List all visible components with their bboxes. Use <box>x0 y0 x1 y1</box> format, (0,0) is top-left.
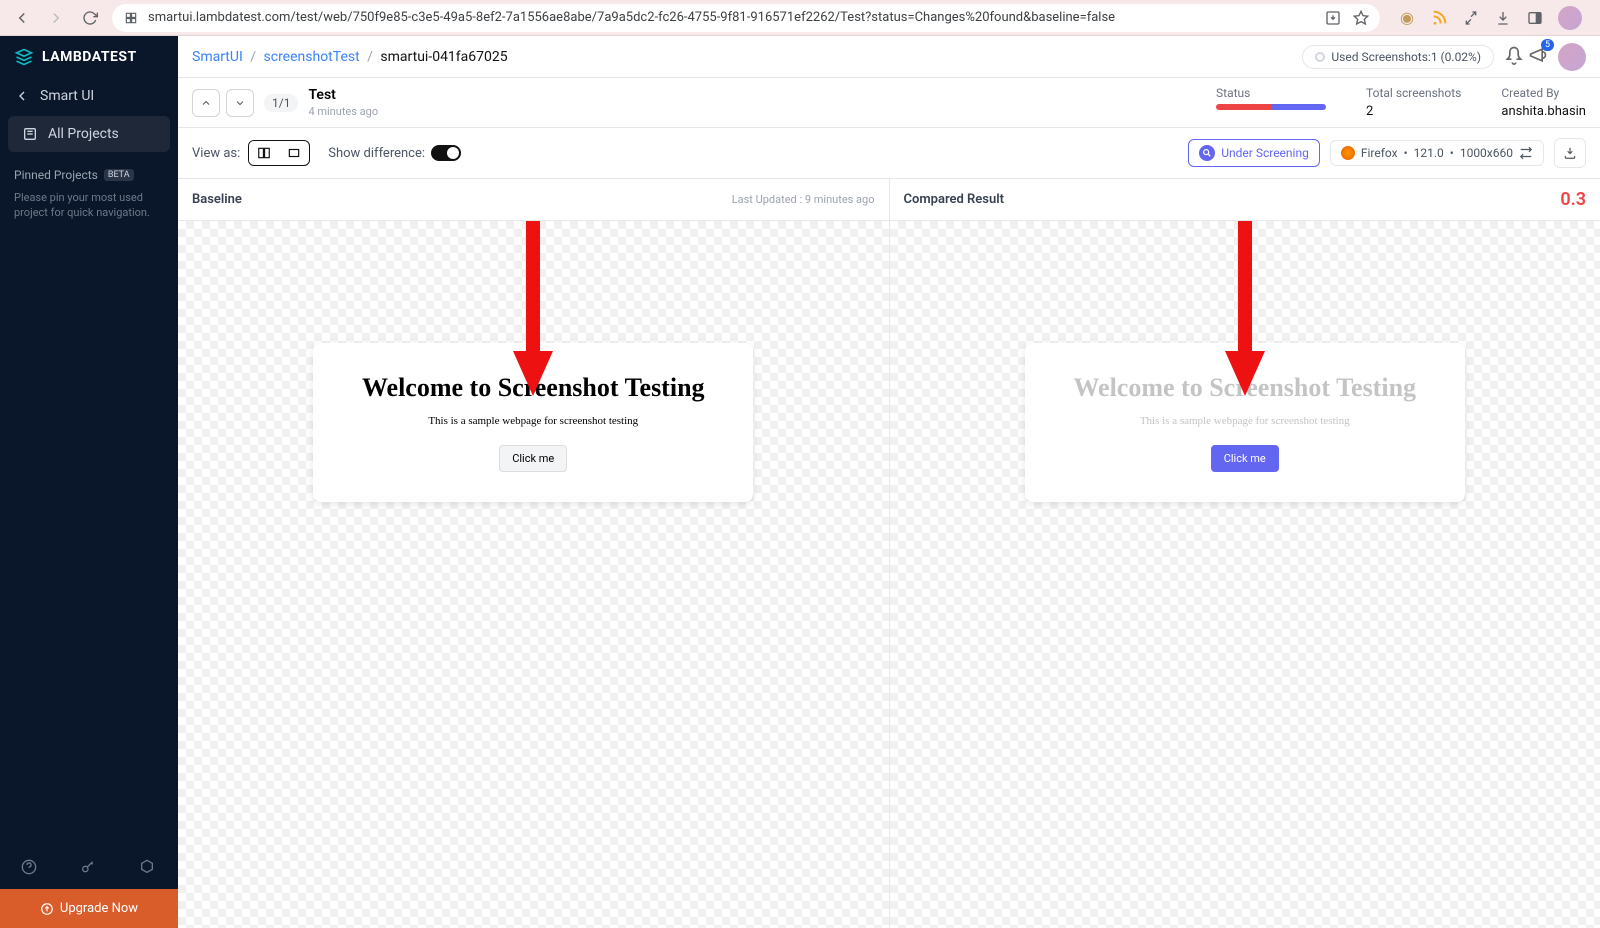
firefox-icon <box>1341 146 1355 160</box>
puzzle-icon[interactable] <box>1462 9 1480 27</box>
url-bar[interactable]: smartui.lambdatest.com/test/web/750f9e85… <box>112 4 1380 32</box>
diff-toggle[interactable] <box>431 145 461 161</box>
browser-toolbar: smartui.lambdatest.com/test/web/750f9e85… <box>0 0 1600 36</box>
sidebar-item-label: Smart UI <box>40 88 94 104</box>
profile-avatar-icon[interactable] <box>1558 6 1582 30</box>
compared-title: Compared Result <box>904 192 1004 207</box>
baseline-title: Baseline <box>192 192 242 207</box>
view-single-button[interactable] <box>279 141 309 165</box>
diff-percentage: 0.3 <box>1560 189 1586 210</box>
breadcrumb-project[interactable]: screenshotTest <box>264 49 360 65</box>
site-info-icon[interactable] <box>122 9 140 27</box>
ext-icon-1[interactable]: ◉ <box>1398 9 1416 27</box>
comparison-panels: Welcome to Screenshot Testing This is a … <box>178 221 1600 928</box>
sidebar: LAMBDATEST Smart UI All Projects Pinned … <box>0 36 178 928</box>
test-name: Test <box>308 87 378 103</box>
reload-button[interactable] <box>78 6 102 30</box>
url-text: smartui.lambdatest.com/test/web/750f9e85… <box>148 10 1115 25</box>
swap-icon <box>1519 146 1533 160</box>
extension-icons: ◉ <box>1390 6 1590 30</box>
usage-pill[interactable]: Used Screenshots:1 (0.02%) <box>1302 45 1494 69</box>
breadcrumb-root[interactable]: SmartUI <box>192 49 243 65</box>
prev-test-button[interactable] <box>192 89 220 117</box>
upgrade-button[interactable]: Upgrade Now <box>0 889 178 928</box>
usage-text: Used Screenshots:1 (0.02%) <box>1331 50 1481 64</box>
key-icon[interactable] <box>80 859 98 877</box>
view-split-button[interactable] <box>249 141 279 165</box>
upgrade-label: Upgrade Now <box>60 901 138 916</box>
baseline-updated: Last Updated : 9 minutes ago <box>732 193 875 206</box>
test-time: 4 minutes ago <box>308 105 378 118</box>
brand-logo[interactable]: LAMBDATEST <box>0 36 178 78</box>
brand-text: LAMBDATEST <box>42 49 137 65</box>
app-icon[interactable] <box>139 859 157 877</box>
breadcrumb: SmartUI / screenshotTest / smartui-041fa… <box>192 49 508 65</box>
sidebar-item-allprojects[interactable]: All Projects <box>8 116 170 152</box>
screening-label: Under Screening <box>1221 146 1309 160</box>
created-label: Created By <box>1501 86 1586 100</box>
status-label: Status <box>1216 86 1326 100</box>
under-screening-button[interactable]: Under Screening <box>1188 139 1320 167</box>
panels-header: Baseline Last Updated : 9 minutes ago Co… <box>178 179 1600 221</box>
forward-button[interactable] <box>44 6 68 30</box>
total-label: Total screenshots <box>1366 86 1461 100</box>
download-icon[interactable] <box>1494 9 1512 27</box>
total-value: 2 <box>1366 104 1461 119</box>
user-avatar[interactable] <box>1558 43 1586 71</box>
resolution: 1000x660 <box>1460 146 1513 160</box>
annotation-arrow-icon <box>1220 221 1270 401</box>
sample-button: Click me <box>1211 445 1279 472</box>
sidebar-item-smartui[interactable]: Smart UI <box>0 78 178 114</box>
compared-panel[interactable]: Welcome to Screenshot Testing This is a … <box>890 221 1600 928</box>
diff-label: Show difference: <box>328 146 425 161</box>
sample-subtitle: This is a sample webpage for screenshot … <box>333 415 733 427</box>
rss-icon[interactable] <box>1430 9 1448 27</box>
compare-toolbar: View as: Show difference: Under Screenin… <box>178 128 1600 179</box>
test-counter: 1/1 <box>264 94 298 112</box>
sample-subtitle: This is a sample webpage for screenshot … <box>1045 415 1445 427</box>
magnify-icon <box>1199 145 1215 161</box>
breadcrumb-current: smartui-041fa67025 <box>380 49 507 65</box>
back-button[interactable] <box>10 6 34 30</box>
browser-name: Firefox <box>1361 146 1398 160</box>
sidebar-item-label: All Projects <box>48 126 119 142</box>
topbar: SmartUI / screenshotTest / smartui-041fa… <box>178 36 1600 78</box>
browser-info-pill[interactable]: Firefox • 121.0 • 1000x660 <box>1330 140 1544 166</box>
notifications-button[interactable]: 5 <box>1504 45 1548 69</box>
sidebar-bottom-icons <box>0 847 178 889</box>
baseline-panel[interactable]: Welcome to Screenshot Testing This is a … <box>178 221 890 928</box>
install-icon[interactable] <box>1324 9 1342 27</box>
status-bar <box>1216 104 1326 110</box>
browser-version: 121.0 <box>1414 146 1444 160</box>
usage-dot-icon <box>1315 52 1325 62</box>
help-icon[interactable] <box>21 859 39 877</box>
test-header: 1/1 Test 4 minutes ago Status Total scre… <box>178 78 1600 128</box>
main-area: SmartUI / screenshotTest / smartui-041fa… <box>178 36 1600 928</box>
notif-badge: 5 <box>1541 39 1554 51</box>
view-as-label: View as: <box>192 146 240 161</box>
bookmark-star-icon[interactable] <box>1352 9 1370 27</box>
pinned-hint: Please pin your most used project for qu… <box>14 190 164 221</box>
created-value: anshita.bhasin <box>1501 104 1586 119</box>
annotation-arrow-icon <box>508 221 558 401</box>
pinned-section: Pinned Projects BETA Please pin your mos… <box>0 154 178 235</box>
sample-button: Click me <box>499 445 567 472</box>
view-mode-segment <box>248 140 310 166</box>
beta-badge: BETA <box>104 169 134 181</box>
pinned-title: Pinned Projects <box>14 168 98 182</box>
panel-icon[interactable] <box>1526 9 1544 27</box>
download-button[interactable] <box>1554 138 1586 168</box>
next-test-button[interactable] <box>226 89 254 117</box>
